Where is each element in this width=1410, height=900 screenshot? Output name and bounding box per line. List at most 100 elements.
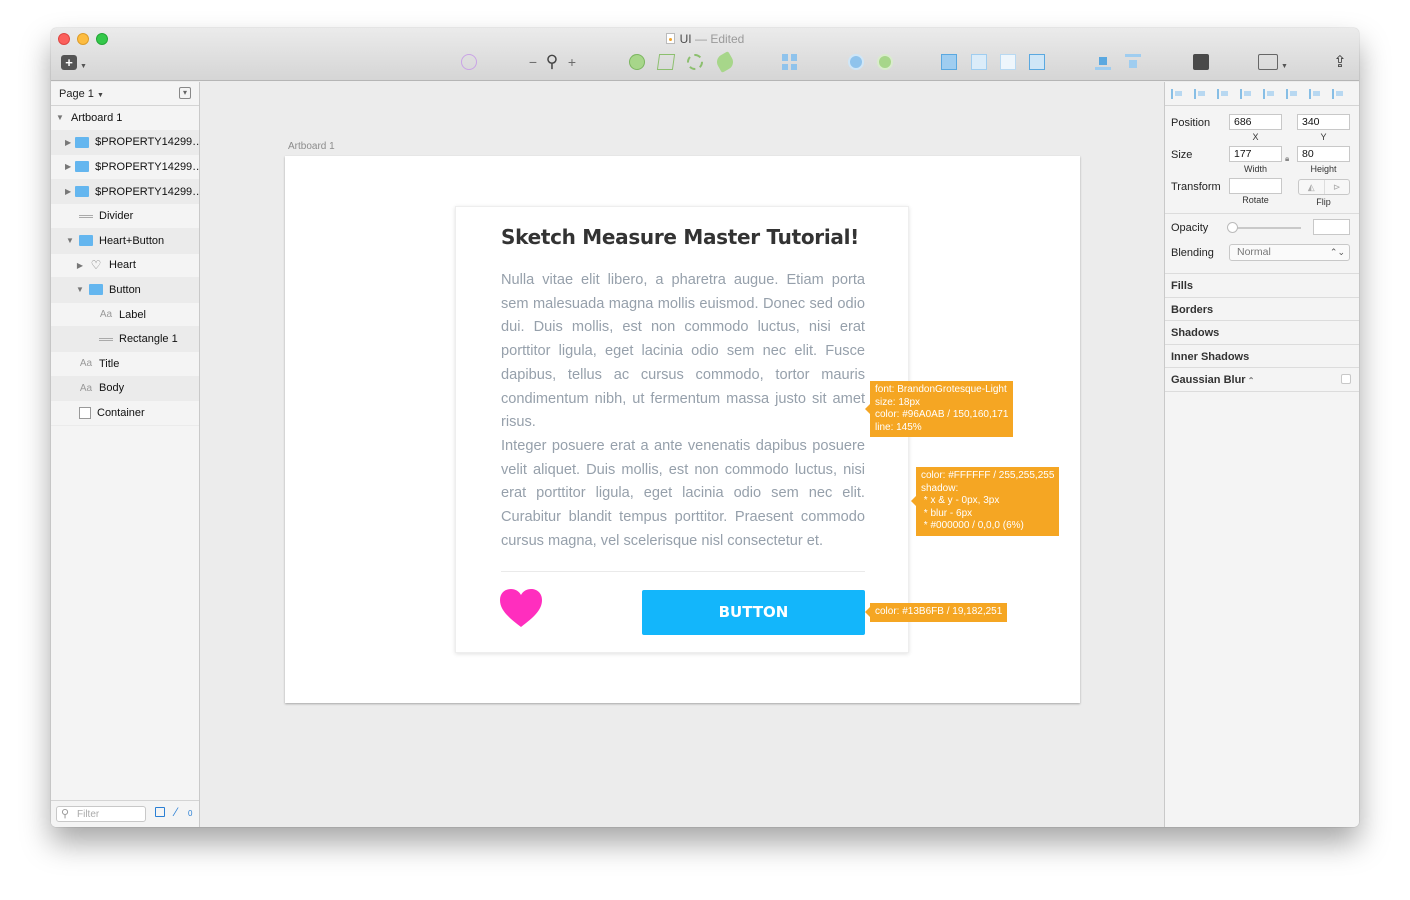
- card-body-paragraph-1[interactable]: Nulla vitae elit libero, a pharetra augu…: [501, 269, 865, 435]
- layer-item[interactable]: ▶ $PROPERTY14299…: [51, 179, 199, 205]
- width-field[interactable]: [1229, 146, 1282, 162]
- align-right-icon[interactable]: [1217, 88, 1230, 99]
- layer-item[interactable]: Divider: [51, 204, 199, 229]
- container-card[interactable]: Sketch Measure Master Tutorial! Nulla vi…: [455, 206, 909, 653]
- distribute-horizontal-icon[interactable]: [1240, 88, 1253, 99]
- canvas[interactable]: Artboard 1 Sketch Measure Master Tutoria…: [201, 82, 1164, 827]
- section-gaussian-blur[interactable]: Gaussian Blur ⌃: [1165, 367, 1359, 391]
- layer-item[interactable]: ▶ $PROPERTY14299…: [51, 155, 199, 180]
- flip-control[interactable]: ◭ ⊳: [1298, 179, 1350, 195]
- flatten-icon[interactable]: [714, 51, 736, 73]
- chevron-updown-icon[interactable]: ⌃: [1246, 376, 1255, 385]
- disclosure-open-icon[interactable]: ▼: [75, 285, 85, 294]
- zoom-out-button[interactable]: −: [527, 53, 539, 71]
- height-label: Height: [1310, 164, 1337, 174]
- opacity-slider-track[interactable]: [1229, 227, 1301, 229]
- button[interactable]: BUTTON: [642, 590, 865, 635]
- opacity-field[interactable]: [1313, 219, 1350, 235]
- difference-icon[interactable]: [1029, 54, 1045, 70]
- window-title: UI — Edited: [51, 32, 1359, 46]
- zoom-search-icon[interactable]: ⚲: [543, 52, 561, 71]
- card-body-paragraph-2[interactable]: Integer posuere erat a ante venenatis da…: [501, 435, 865, 554]
- flip-horizontal-icon[interactable]: ◭: [1299, 180, 1324, 194]
- chevron-down-icon: ▼: [96, 92, 104, 99]
- opacity-slider-knob[interactable]: [1227, 222, 1238, 233]
- layer-item[interactable]: ▶ ♡ Heart: [51, 254, 199, 279]
- search-icon: ⚲: [61, 808, 70, 820]
- symbol-icon[interactable]: [461, 54, 477, 70]
- layer-item[interactable]: ▼ Button: [51, 278, 199, 303]
- align-bottom-icon[interactable]: [1332, 88, 1345, 99]
- artboard[interactable]: Sketch Measure Master Tutorial! Nulla vi…: [285, 156, 1080, 703]
- section-fills[interactable]: Fills: [1165, 273, 1359, 297]
- slice-icon[interactable]: ⁄: [175, 805, 177, 819]
- section-shadows[interactable]: Shadows: [1165, 320, 1359, 344]
- section-inner-shadows[interactable]: Inner Shadows: [1165, 343, 1359, 368]
- document-icon: [665, 33, 675, 44]
- insert-button[interactable]: +: [61, 55, 77, 70]
- pages-toggle-icon[interactable]: ▾: [179, 87, 191, 99]
- filter-input[interactable]: [56, 806, 146, 822]
- align-middle-icon[interactable]: [1309, 88, 1322, 99]
- intersect-icon[interactable]: [1000, 54, 1016, 70]
- layer-item[interactable]: Aa Label: [51, 303, 199, 328]
- rotate-field[interactable]: [1229, 178, 1282, 194]
- y-field[interactable]: [1297, 114, 1350, 130]
- flip-vertical-icon[interactable]: ⊳: [1323, 180, 1350, 194]
- layer-label: Heart: [109, 259, 136, 272]
- layer-item[interactable]: ▶ $PROPERTY14299…: [51, 130, 199, 156]
- edit-icon[interactable]: [629, 54, 645, 70]
- align-center-icon[interactable]: [1194, 88, 1207, 99]
- rotate-label: Rotate: [1242, 195, 1269, 205]
- copy-icon[interactable]: [155, 807, 165, 817]
- align-left-icon[interactable]: [1171, 88, 1184, 99]
- layer-item[interactable]: Aa Title: [51, 352, 199, 377]
- folder-icon: [89, 284, 103, 296]
- disclosure-closed-icon[interactable]: ▶: [65, 187, 71, 196]
- disclosure-open-icon[interactable]: ▼: [65, 236, 75, 245]
- blending-select[interactable]: Normal ⌃⌄: [1229, 244, 1350, 261]
- backward-icon[interactable]: [1125, 54, 1141, 70]
- rotate-icon[interactable]: [687, 54, 703, 70]
- layer-item[interactable]: Container: [51, 401, 199, 426]
- y-label: Y: [1320, 132, 1327, 142]
- mirror-icon[interactable]: [1193, 54, 1209, 70]
- forward-icon[interactable]: [1095, 54, 1111, 70]
- transform-icon[interactable]: [656, 54, 676, 70]
- disclosure-open-icon[interactable]: ▼: [55, 113, 65, 122]
- layer-item[interactable]: ▼ Heart+Button: [51, 228, 199, 254]
- height-field[interactable]: [1297, 146, 1350, 162]
- view-chevron-icon: ▼: [1281, 63, 1288, 70]
- disclosure-closed-icon[interactable]: ▶: [65, 138, 71, 147]
- zoom-in-button[interactable]: +: [566, 53, 578, 71]
- artboard-label[interactable]: Artboard 1: [288, 141, 335, 152]
- layer-item[interactable]: Aa Body: [51, 376, 199, 402]
- disclosure-closed-icon[interactable]: ▶: [65, 162, 71, 171]
- card-title[interactable]: Sketch Measure Master Tutorial!: [501, 225, 859, 249]
- mask-icon[interactable]: [848, 54, 864, 70]
- union-icon[interactable]: [941, 54, 957, 70]
- subtract-icon[interactable]: [971, 54, 987, 70]
- scale-icon[interactable]: [877, 54, 893, 70]
- section-borders[interactable]: Borders: [1165, 296, 1359, 321]
- section-label: Shadows: [1171, 327, 1220, 340]
- disclosure-closed-icon[interactable]: ▶: [75, 261, 85, 270]
- distribute-vertical-icon[interactable]: [1263, 88, 1276, 99]
- inspector-panel: Position X Y Size 🔒︎ Width Height Transf…: [1164, 82, 1359, 827]
- lock-icon[interactable]: 🔒︎: [1285, 154, 1289, 164]
- x-field[interactable]: [1229, 114, 1282, 130]
- section-label: Inner Shadows: [1171, 350, 1250, 363]
- layer-item[interactable]: Rectangle 1: [51, 327, 199, 352]
- layer-label: Body: [99, 382, 125, 395]
- view-icon[interactable]: [1258, 54, 1278, 70]
- layer-item[interactable]: ▼ Artboard 1: [51, 106, 199, 131]
- grid-icon[interactable]: [782, 54, 798, 70]
- export-share-icon[interactable]: ⇪: [1332, 53, 1348, 71]
- heart-icon[interactable]: [500, 589, 542, 629]
- layer-label: $PROPERTY14299…: [95, 136, 199, 149]
- blur-checkbox[interactable]: [1341, 374, 1351, 385]
- page-selector[interactable]: Page 1 ▼ ▾: [51, 82, 199, 106]
- align-top-icon[interactable]: [1286, 88, 1299, 99]
- section-label: Fills: [1171, 280, 1194, 292]
- divider[interactable]: [501, 571, 865, 572]
